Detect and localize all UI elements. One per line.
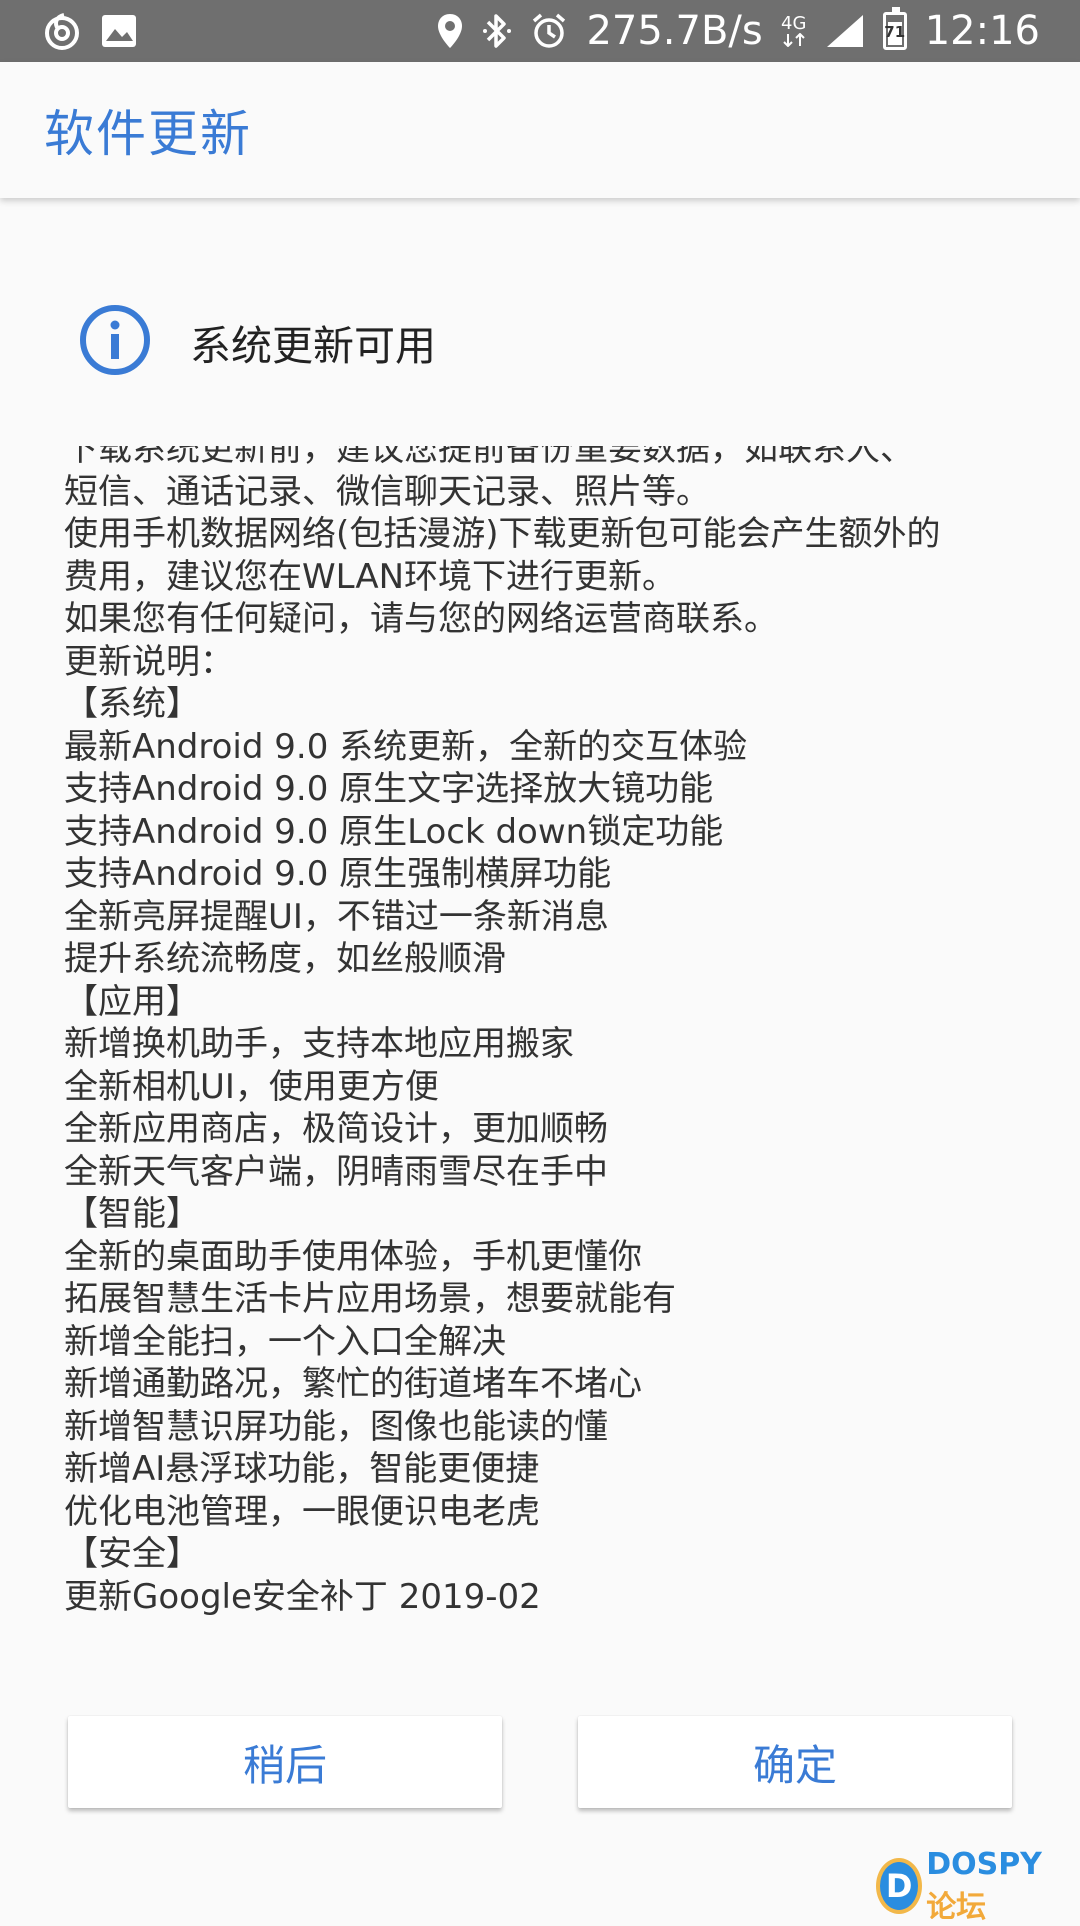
release-note-line: 新增换机助手，支持本地应用搬家 [64, 1024, 574, 1064]
battery-icon: 71 [882, 7, 907, 50]
release-note-line: 短信、通话记录、微信聊天记录、照片等。 [64, 471, 710, 512]
dospy-watermark: D DOSPY 论坛 [876, 1847, 1066, 1925]
status-bar: 275.7B/s 4G 71 12:16 [0, 0, 1080, 62]
info-icon [78, 303, 152, 381]
app-toolbar: 软件更新 [0, 62, 1080, 198]
status-bar-right: 275.7B/s 4G 71 12:16 [436, 7, 1040, 54]
action-buttons: 稍后 确定 [68, 1716, 1012, 1808]
release-note-line: 提升系统流畅度，如丝般顺滑 [64, 939, 506, 979]
release-note-line: 支持Android 9.0 原生Lock down锁定功能 [64, 811, 724, 852]
update-available-title: 系统更新可用 [190, 322, 436, 370]
release-note-line: 全新亮屏提醒UI，不错过一条新消息 [64, 896, 609, 937]
network-type-indicator: 4G [781, 15, 807, 47]
release-note-line: 新增AI悬浮球功能，智能更便捷 [64, 1449, 540, 1489]
status-bar-left [42, 11, 138, 51]
release-note-line: 更新说明： [64, 641, 234, 682]
dospy-brand: DOSPY 论坛 [926, 1847, 1066, 1926]
clock: 12:16 [924, 8, 1040, 54]
release-note-line: 使用手机数据网络(包括漫游)下载更新包可能会产生额外的 [64, 514, 941, 554]
release-note-line: 【应用】 [64, 981, 200, 1022]
release-note-line: 新增全能扫，一个入口全解决 [64, 1321, 506, 1362]
network-type: 4G [781, 13, 807, 34]
release-note-line: 如果您有任何疑问，请与您的网络运营商联系。 [64, 599, 778, 639]
dospy-brand-en: DOSPY [926, 1846, 1042, 1882]
release-note-line: 【安全】 [64, 1534, 200, 1574]
release-note-line: 拓展智慧生活卡片应用场景，想要就能有 [64, 1279, 676, 1319]
later-button[interactable]: 稍后 [68, 1716, 502, 1808]
data-arrows-icon [783, 33, 805, 47]
alarm-icon [530, 12, 568, 50]
release-note-line: 最新Android 9.0 系统更新，全新的交互体验 [64, 726, 748, 767]
network-speed: 275.7B/s [586, 8, 763, 54]
dospy-logo: D [876, 1858, 923, 1914]
battery-level: 71 [884, 23, 906, 41]
signal-icon [825, 13, 865, 49]
gallery-icon [100, 13, 138, 49]
release-note-line: 下载系统更新前，建议您提前备份重要数据，如联系人、 [64, 446, 914, 469]
bluetooth-icon [482, 12, 512, 50]
release-note-line: 优化电池管理，一眼便识电老虎 [64, 1491, 540, 1532]
release-note-line: 全新应用商店，极简设计，更加顺畅 [64, 1109, 608, 1149]
release-note-line: 新增通勤路况，繁忙的街道堵车不堵心 [64, 1364, 642, 1404]
release-note-line: 支持Android 9.0 原生强制横屏功能 [64, 854, 612, 894]
netease-music-icon [42, 11, 82, 51]
dospy-brand-cn: 论坛 [926, 1889, 987, 1925]
release-note-line: 【系统】 [64, 684, 200, 724]
release-note-line: 全新天气客户端，阴晴雨雪尽在手中 [64, 1151, 608, 1192]
release-note-line: 更新Google安全补丁 2019-02 [64, 1576, 541, 1617]
confirm-button[interactable]: 确定 [578, 1716, 1012, 1808]
release-note-line: 费用，建议您在WLAN环境下进行更新。 [64, 556, 677, 597]
release-notes-scroll-area[interactable]: 下载系统更新前，建议您提前备份重要数据，如联系人、 短信、通话记录、微信聊天记录、… [64, 446, 1024, 1646]
release-note-line: 全新相机UI，使用更方便 [64, 1066, 439, 1107]
release-note-line: 新增智慧识屏功能，图像也能读的懂 [64, 1406, 608, 1447]
release-note-line: 支持Android 9.0 原生文字选择放大镜功能 [64, 769, 714, 809]
page-title: 软件更新 [44, 105, 252, 163]
release-note-line: 【智能】 [64, 1194, 200, 1234]
release-note-line: 全新的桌面助手使用体验，手机更懂你 [64, 1236, 642, 1277]
location-icon [436, 12, 464, 50]
release-notes: 下载系统更新前，建议您提前备份重要数据，如联系人、 短信、通话记录、微信聊天记录、… [64, 446, 1024, 1618]
update-header: 系统更新可用 [78, 300, 436, 384]
